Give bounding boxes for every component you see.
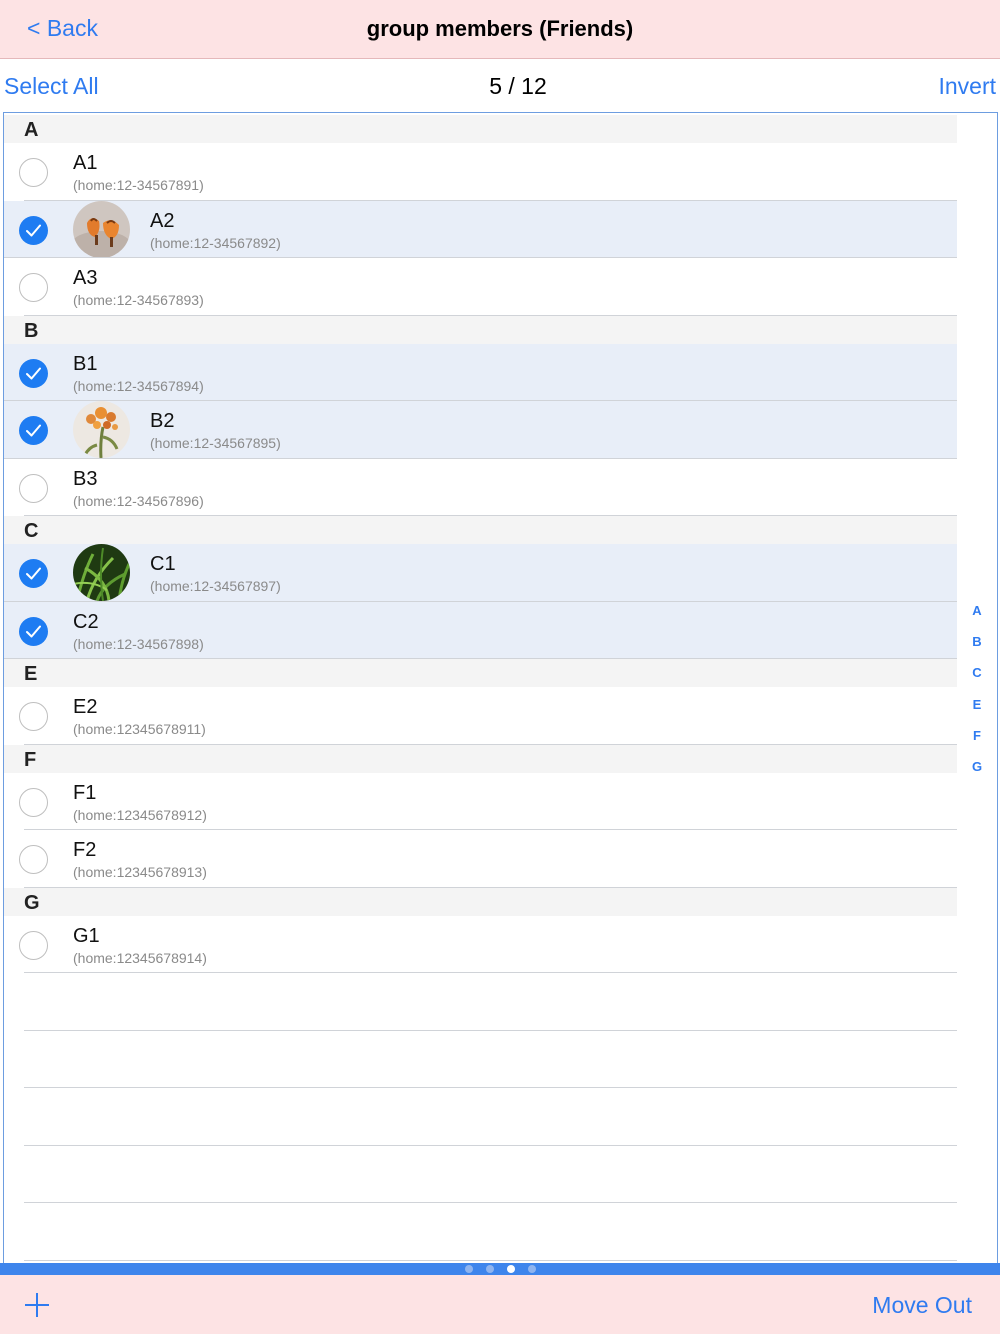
member-phone: (home:12345678912) [73, 806, 207, 823]
member-row-a3[interactable]: A3 (home:12-34567893) [4, 258, 957, 316]
section-letter: C [24, 520, 39, 542]
member-row-f2[interactable]: F2 (home:12345678913) [4, 830, 957, 888]
member-name: G1 [73, 924, 100, 947]
avatar [73, 401, 130, 458]
section-index[interactable]: ABCEFG [964, 603, 990, 790]
member-phone: (home:12-34567898) [73, 635, 204, 652]
plus-icon[interactable] [24, 1292, 50, 1318]
member-row-b1[interactable]: B1 (home:12-34567894) [4, 343, 957, 401]
page-dot[interactable] [465, 1265, 473, 1273]
unchecked-circle-icon[interactable] [19, 787, 48, 817]
section-header-a: A [4, 115, 957, 143]
member-list[interactable]: A A1 (home:12-34567891) A2 (home:12-34567892… [3, 112, 998, 1263]
section-index-g[interactable]: G [964, 759, 990, 790]
avatar [73, 200, 130, 258]
unchecked-circle-icon[interactable] [19, 702, 48, 731]
member-phone: (home:12-34567897) [150, 578, 281, 594]
checkmark-icon[interactable] [19, 559, 48, 588]
checkmark-icon[interactable] [19, 616, 48, 646]
invert-button[interactable]: Invert [938, 73, 996, 100]
member-phone: (home:12345678911) [73, 721, 206, 737]
section-header-f: F [4, 744, 957, 773]
empty-row-divider [24, 1259, 957, 1261]
member-row-b2[interactable]: B2 (home:12-34567895) [4, 401, 957, 459]
member-row-b3[interactable]: B3 (home:12-34567896) [4, 458, 957, 516]
bottom-toolbar: Move Out [0, 1275, 1000, 1334]
section-header-e: E [4, 659, 957, 687]
section-header-g: G [4, 887, 957, 916]
empty-row-divider [24, 1144, 957, 1146]
navigation-bar: < Back group members (Friends) [0, 0, 1000, 59]
member-name: A1 [73, 152, 98, 174]
section-index-c[interactable]: C [964, 665, 990, 696]
unchecked-circle-icon[interactable] [19, 473, 48, 503]
empty-row-divider [24, 1087, 957, 1088]
member-name: A3 [73, 267, 98, 289]
member-row-a2[interactable]: A2 (home:12-34567892) [4, 200, 957, 258]
section-letter: G [24, 891, 40, 914]
member-row-e2[interactable]: E2 (home:12345678911) [4, 687, 957, 745]
member-name: A2 [150, 209, 175, 232]
member-name: B1 [73, 352, 98, 375]
section-header-b: B [4, 315, 957, 344]
section-letter: E [24, 663, 38, 685]
member-phone: (home:12-34567896) [73, 492, 204, 509]
section-index-a[interactable]: A [964, 603, 990, 634]
section-letter: A [24, 119, 39, 141]
section-index-e[interactable]: E [964, 697, 990, 728]
section-letter: B [24, 319, 39, 342]
member-name: B3 [73, 467, 98, 490]
avatar [73, 544, 130, 601]
unchecked-circle-icon[interactable] [19, 273, 48, 302]
member-phone: (home:12-34567892) [150, 234, 281, 251]
section-index-f[interactable]: F [964, 728, 990, 759]
member-phone: (home:12-34567894) [73, 377, 204, 394]
selection-counter: 5 / 12 [489, 73, 547, 99]
member-row-a1[interactable]: A1 (home:12-34567891) [4, 143, 957, 201]
member-list-content: A A1 (home:12-34567891) A2 (home:12-34567892… [4, 115, 957, 973]
member-row-f1[interactable]: F1 (home:12345678912) [4, 772, 957, 830]
page-title: group members (Friends) [366, 16, 634, 41]
selection-toolbar: Select All 5 / 12 Invert [0, 59, 1000, 112]
section-letter: F [24, 748, 37, 771]
page-dot[interactable] [507, 1265, 515, 1273]
member-name: F2 [73, 839, 97, 861]
checkmark-icon[interactable] [19, 358, 48, 388]
member-phone: (home:12-34567891) [73, 177, 204, 193]
checkmark-icon[interactable] [19, 215, 48, 245]
member-phone: (home:12345678913) [73, 864, 207, 880]
page-dot[interactable] [528, 1265, 536, 1273]
member-phone: (home:12-34567893) [73, 292, 204, 308]
checkmark-icon[interactable] [19, 416, 48, 445]
member-phone: (home:12-34567895) [150, 435, 281, 451]
member-name: C1 [150, 553, 176, 575]
empty-row-divider [24, 1202, 957, 1203]
unchecked-circle-icon[interactable] [19, 158, 48, 187]
member-row-c2[interactable]: C2 (home:12-34567898) [4, 601, 957, 659]
empty-row-divider [24, 1029, 957, 1031]
member-row-c1[interactable]: C1 (home:12-34567897) [4, 544, 957, 602]
section-header-c: C [4, 516, 957, 544]
unchecked-circle-icon[interactable] [19, 930, 48, 960]
page-indicator[interactable] [0, 1263, 1000, 1275]
member-name: B2 [150, 410, 175, 432]
member-name: E2 [73, 696, 98, 718]
page-dot[interactable] [486, 1265, 494, 1273]
row-divider [24, 972, 957, 973]
section-index-b[interactable]: B [964, 634, 990, 665]
member-row-g1[interactable]: G1 (home:12345678914) [4, 915, 957, 973]
unchecked-circle-icon[interactable] [19, 845, 48, 874]
move-out-button[interactable]: Move Out [872, 1292, 972, 1319]
member-phone: (home:12345678914) [73, 949, 207, 966]
member-name: C2 [73, 610, 99, 633]
member-name: F1 [73, 781, 97, 804]
